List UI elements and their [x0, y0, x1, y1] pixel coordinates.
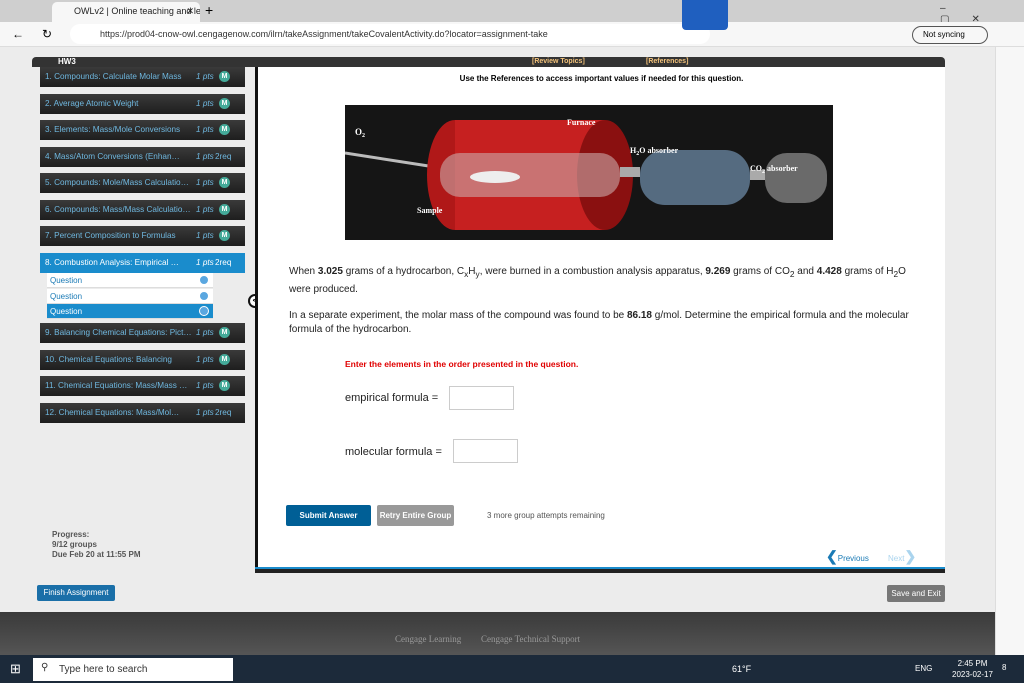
mastered-icon: M	[219, 177, 230, 188]
molecular-formula-label: molecular formula =	[345, 446, 442, 458]
mastered-icon: M	[219, 124, 230, 135]
points: 1 pts	[196, 151, 214, 161]
weather[interactable]: 61°F	[732, 664, 751, 674]
panel-bottom-border	[255, 567, 945, 573]
edge-sidebar	[995, 47, 1024, 655]
sample-label: Sample	[417, 206, 443, 215]
empirical-formula-label: empirical formula =	[345, 392, 439, 404]
mastered-icon: M	[219, 230, 230, 241]
points: 1 pts	[196, 381, 214, 390]
points: 1 pts	[196, 98, 214, 108]
chevron-left-icon: ❮	[826, 548, 838, 564]
sidebar-item[interactable]: 7. Percent Composition to Formulas 1 pts M	[40, 226, 245, 246]
combustion-apparatus-diagram: O2 Furnace H2O absorber CO2 absorber Sam…	[345, 105, 833, 240]
search-icon: ⚲	[41, 662, 49, 673]
finish-assignment-button[interactable]: Finish Assignment	[37, 585, 115, 601]
mastered-icon: M	[219, 327, 230, 338]
empirical-formula-input[interactable]	[449, 386, 514, 410]
points: 1 pts	[196, 178, 214, 187]
sidebar-item-label: 8. Combustion Analysis: Empirical …	[45, 257, 179, 267]
sidebar-item[interactable]: 10. Chemical Equations: Balancing 1 pts M	[40, 349, 245, 370]
status-dot-icon	[199, 275, 209, 285]
review-topics-link[interactable]: [Review Topics]	[532, 58, 585, 65]
extension-icon[interactable]	[682, 0, 728, 30]
question-subitem[interactable]: Question	[47, 288, 213, 304]
order-note: Enter the elements in the order presente…	[345, 359, 579, 369]
sidebar-item[interactable]: 11. Chemical Equations: Mass/Mass … 1 pts…	[40, 376, 245, 396]
sidebar-item-label: 2. Average Atomic Weight	[45, 98, 139, 108]
assignment-title: HW3	[32, 57, 945, 67]
sidebar-item-label: 1. Compounds: Calculate Molar Mass	[45, 72, 182, 81]
sidebar-item-label: 12. Chemical Equations: Mass/Mol…	[45, 407, 180, 417]
molecular-formula-input[interactable]	[453, 439, 518, 463]
sidebar-item[interactable]: 6. Compounds: Mass/Mass Calculatio… 1 pts…	[40, 199, 245, 220]
points: 1 pts	[196, 328, 214, 337]
required-badge: 2req	[215, 257, 232, 267]
footer-link-cengage[interactable]: Cengage Learning	[395, 634, 461, 644]
question-text-1: When 3.025 grams of a hydrocarbon, CxHy,…	[289, 266, 906, 295]
points: 1 pts	[196, 257, 214, 267]
refresh-icon[interactable]: ↻	[42, 27, 52, 41]
question-subitem[interactable]: Question	[47, 304, 213, 319]
sidebar-item[interactable]: 4. Mass/Atom Conversions (Enhan… 1 pts 2re…	[40, 146, 245, 167]
points: 1 pts	[196, 125, 214, 134]
sidebar-item[interactable]: 12. Chemical Equations: Mass/Mol… 1 pts 2r…	[40, 402, 245, 423]
sidebar-item-label: 3. Elements: Mass/Mole Conversions	[45, 125, 181, 134]
progress-info: Progress: 9/12 groups Due Feb 20 at 11:55 …	[52, 530, 141, 559]
attempts-remaining: 3 more group attempts remaining	[487, 511, 605, 520]
sidebar-item[interactable]: 8. Combustion Analysis: Empirical … 1 pts…	[40, 252, 245, 273]
submit-answer-button[interactable]: Submit Answer	[286, 505, 371, 526]
url-input[interactable]: https://prod04-cnow-owl.cengagenow.com/i…	[70, 24, 710, 44]
clock[interactable]: 2:45 PM 2023-02-17	[952, 658, 993, 680]
back-icon[interactable]: ←	[12, 27, 24, 41]
sidebar-item[interactable]: 2. Average Atomic Weight 1 pts M	[40, 93, 245, 114]
footer: Cengage Learning Cengage Technical Suppo…	[0, 612, 995, 655]
required-badge: 2req	[215, 151, 232, 161]
previous-button[interactable]: ❮Previous	[826, 548, 869, 565]
sync-button[interactable]: Not syncing	[912, 26, 988, 44]
points: 1 pts	[196, 204, 214, 214]
question-subitem[interactable]: Question	[47, 273, 213, 288]
save-exit-button[interactable]: Save and Exit	[887, 585, 945, 602]
language-indicator[interactable]: ENG	[915, 664, 932, 673]
windows-start-icon[interactable]: ⊞	[10, 661, 21, 677]
mastered-icon: M	[219, 71, 230, 82]
sidebar-item[interactable]: 3. Elements: Mass/Mole Conversions 1 pts M	[40, 120, 245, 140]
mastered-icon: M	[219, 380, 230, 391]
furnace-label: Furnace	[567, 118, 596, 127]
sidebar-item-label: 7. Percent Composition to Formulas	[45, 231, 176, 240]
new-tab-icon[interactable]: +	[205, 2, 213, 18]
references-link[interactable]: [References]	[646, 58, 688, 65]
mastered-icon: M	[219, 97, 230, 109]
next-button[interactable]: Next❯	[888, 548, 916, 565]
retry-group-button[interactable]: Retry Entire Group	[377, 505, 454, 526]
points: 1 pts	[196, 72, 214, 81]
sidebar-item-label: 5. Compounds: Mole/Mass Calculatio…	[45, 178, 189, 187]
status-dot-icon	[199, 290, 209, 301]
question-text-2: In a separate experiment, the molar mass…	[289, 310, 909, 335]
footer-link-support[interactable]: Cengage Technical Support	[481, 634, 580, 644]
sidebar-item-label: 4. Mass/Atom Conversions (Enhan…	[45, 151, 180, 161]
sidebar-item-label: 9. Balancing Chemical Equations: Pict…	[45, 328, 192, 337]
points: 1 pts	[196, 231, 214, 240]
browser-tab[interactable]: OWLv2 | Online teaching and lea ✕	[52, 2, 200, 22]
points: 1 pts	[196, 354, 214, 364]
sidebar-item[interactable]: 5. Compounds: Mole/Mass Calculatio… 1 pts…	[40, 173, 245, 193]
points: 1 pts	[196, 407, 214, 417]
chevron-right-icon: ❯	[904, 548, 917, 564]
taskbar-search-input[interactable]: ⚲ Type here to search	[33, 658, 233, 681]
instructions: Use the References to access important v…	[459, 74, 744, 83]
notifications-badge[interactable]: 8	[1002, 663, 1006, 672]
status-dot-icon	[199, 306, 209, 316]
required-badge: 2req	[215, 407, 232, 417]
sidebar-item-label: 6. Compounds: Mass/Mass Calculatio…	[45, 204, 191, 214]
close-tab-icon[interactable]: ✕	[186, 6, 194, 17]
sidebar-item[interactable]: 9. Balancing Chemical Equations: Pict… 1 …	[40, 323, 245, 343]
sidebar-item-label: 10. Chemical Equations: Balancing	[45, 354, 172, 364]
mastered-icon: M	[219, 203, 230, 215]
mastered-icon: M	[219, 353, 230, 365]
sidebar-item-label: 11. Chemical Equations: Mass/Mass …	[45, 381, 188, 390]
sidebar-item[interactable]: 1. Compounds: Calculate Molar Mass 1 pts M	[40, 67, 245, 87]
